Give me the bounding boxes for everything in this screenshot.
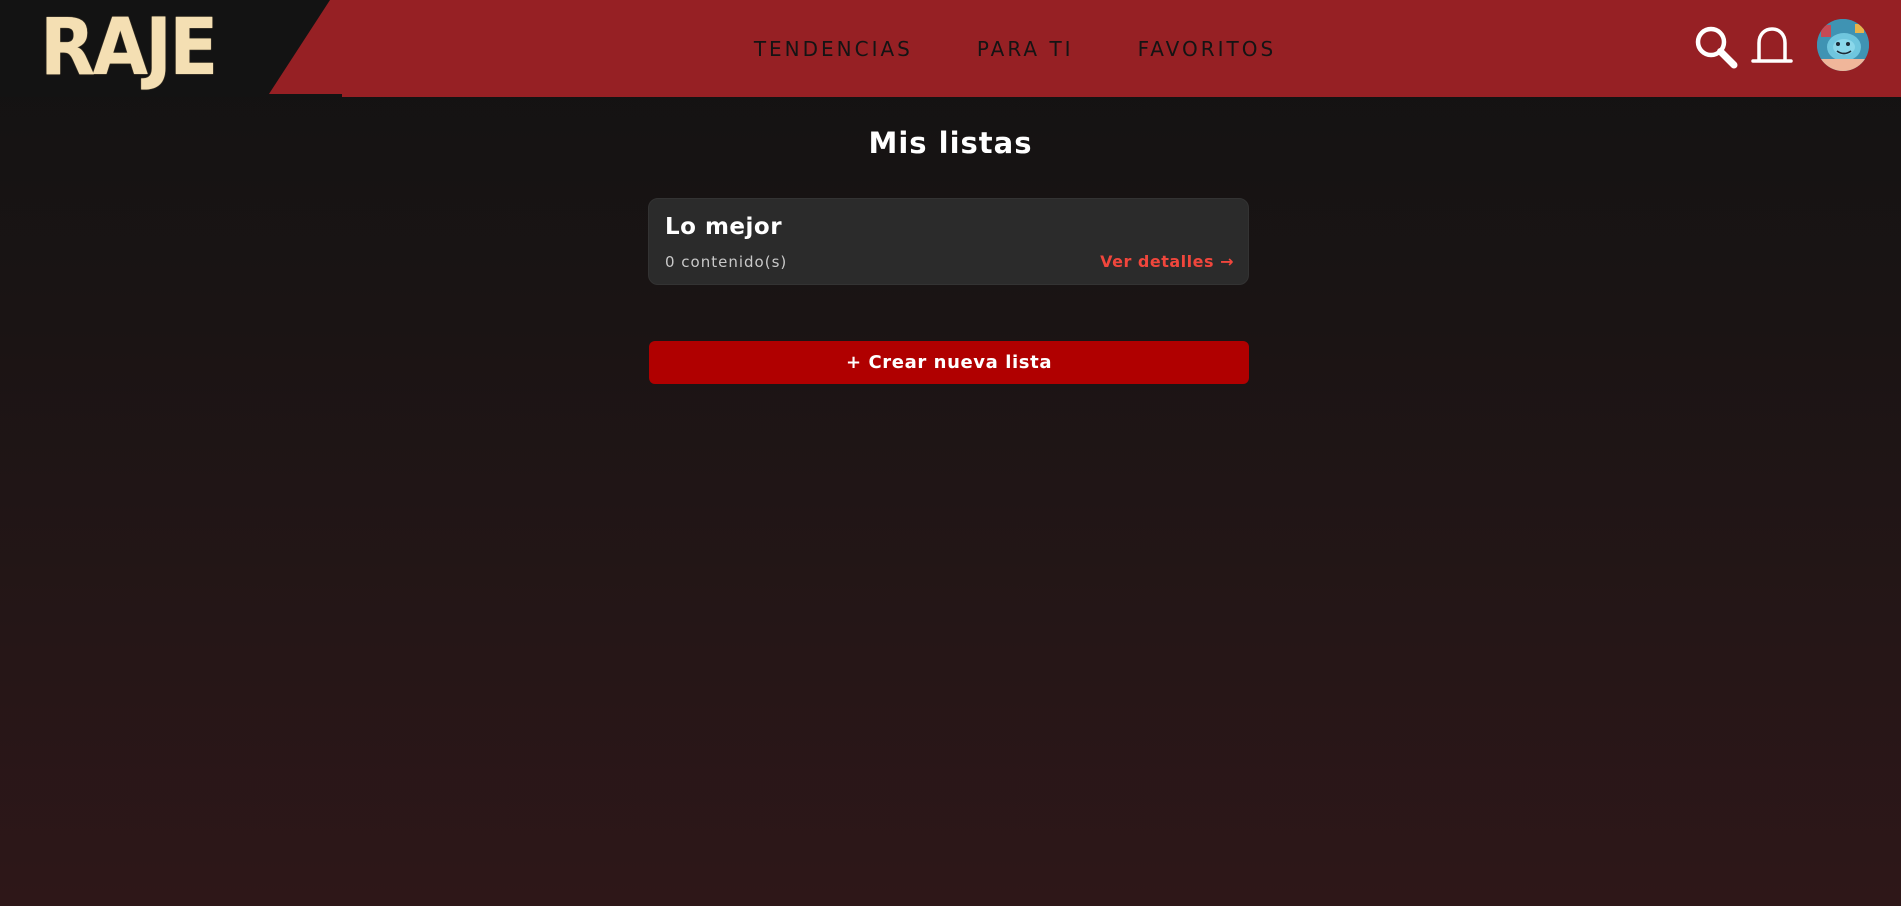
nav-item-favoritos[interactable]: FAVORITOS [1138, 37, 1277, 61]
top-header: RAJE TENDENCIAS PARA TI FAVORITOS [0, 0, 1901, 97]
raje-logo[interactable]: RAJE [40, 8, 218, 88]
nav-item-para-ti[interactable]: PARA TI [977, 37, 1074, 61]
view-details-link[interactable]: Ver detalles → [1100, 252, 1234, 271]
search-icon[interactable] [1693, 24, 1739, 70]
create-list-button[interactable]: + Crear nueva lista [649, 341, 1249, 384]
page-title: Mis listas [868, 126, 1033, 160]
bell-icon[interactable] [1750, 26, 1794, 66]
nav-item-tendencias[interactable]: TENDENCIAS [754, 37, 913, 61]
list-name: Lo mejor [665, 214, 783, 240]
user-avatar[interactable] [1817, 19, 1869, 71]
list-item-count: 0 contenido(s) [665, 253, 788, 271]
list-card[interactable]: Lo mejor 0 contenido(s) Ver detalles → [648, 198, 1249, 285]
logo-strip [267, 94, 342, 97]
